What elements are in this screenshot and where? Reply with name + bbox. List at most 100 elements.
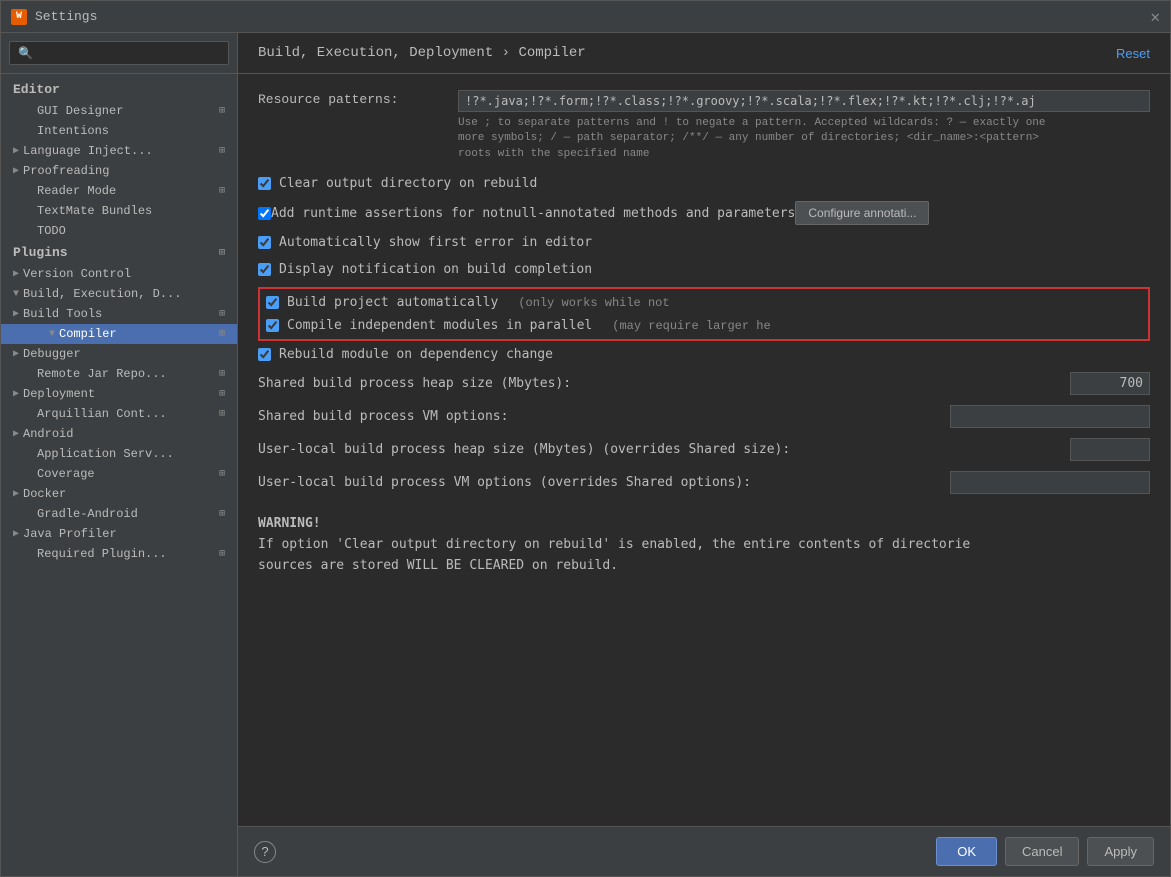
- textmate-label: TextMate Bundles: [37, 204, 152, 218]
- apply-button[interactable]: Apply: [1087, 837, 1154, 866]
- chevron-compiler: ▼: [49, 329, 55, 340]
- sidebar-item-coverage[interactable]: Coverage ⊞: [1, 464, 237, 484]
- sidebar-item-gui-designer[interactable]: GUI Designer ⊞: [1, 101, 237, 121]
- gui-designer-label: GUI Designer: [37, 104, 123, 118]
- warning-text: If option 'Clear output directory on reb…: [258, 535, 1150, 577]
- sidebar-item-build-exec[interactable]: ▼ Build, Execution, D...: [1, 284, 237, 304]
- android-label: Android: [23, 427, 73, 441]
- shared-vm-input[interactable]: [950, 405, 1150, 428]
- plugins-label: Plugins: [13, 245, 68, 260]
- debugger-label: Debugger: [23, 347, 81, 361]
- clear-output-row: Clear output directory on rebuild: [258, 174, 1150, 193]
- rebuild-dependency-row: Rebuild module on dependency change: [258, 345, 1150, 364]
- help-button[interactable]: ?: [254, 841, 276, 863]
- sidebar-item-compiler[interactable]: ▼ Compiler ⊞: [1, 324, 237, 344]
- reader-mode-label: Reader Mode: [37, 184, 116, 198]
- rp-settings-icon: ⊞: [219, 548, 225, 560]
- rebuild-dependency-checkbox[interactable]: [258, 348, 271, 361]
- compiler-label: Compiler: [59, 327, 117, 341]
- build-exec-label: Build, Execution, D...: [23, 287, 181, 301]
- add-runtime-row: Add runtime assertions for notnull-annot…: [258, 201, 1150, 225]
- sidebar-item-remote-jar[interactable]: Remote Jar Repo... ⊞: [1, 364, 237, 384]
- window-title: Settings: [35, 9, 97, 24]
- settings-icon3: ⊞: [219, 185, 225, 197]
- build-auto-row: Build project automatically (only works …: [266, 293, 1142, 312]
- configure-annotations-button[interactable]: Configure annotati...: [795, 201, 929, 225]
- chevron-vc: ▶: [13, 268, 19, 280]
- sidebar-item-arquillian[interactable]: Arquillian Cont... ⊞: [1, 404, 237, 424]
- settings-window: W Settings ✕ Editor GUI Designer ⊞ Inten…: [0, 0, 1171, 877]
- titlebar: W Settings ✕: [1, 1, 1170, 33]
- sidebar-item-deployment[interactable]: ▶ Deployment ⊞: [1, 384, 237, 404]
- add-runtime-checkbox[interactable]: [258, 207, 271, 220]
- resource-patterns-value: Use ; to separate patterns and ! to nega…: [458, 90, 1150, 162]
- shared-heap-input[interactable]: [1070, 372, 1150, 395]
- resource-patterns-hint: Use ; to separate patterns and ! to nega…: [458, 116, 1150, 162]
- build-auto-checkbox[interactable]: [266, 296, 279, 309]
- settings-icon2: ⊞: [219, 145, 225, 157]
- cov-settings-icon: ⊞: [219, 468, 225, 480]
- footer-right: OK Cancel Apply: [936, 837, 1154, 866]
- chevron-android: ▶: [13, 428, 19, 440]
- shared-heap-label: Shared build process heap size (Mbytes):: [258, 376, 1070, 391]
- main-content-area: Editor GUI Designer ⊞ Intentions ▶ Langu…: [1, 33, 1170, 876]
- vc-label: Version Control: [23, 267, 131, 281]
- plugins-settings-icon: ⊞: [219, 247, 225, 259]
- settings-content: Resource patterns: Use ; to separate pat…: [238, 74, 1170, 826]
- todo-label: TODO: [37, 224, 66, 238]
- sidebar-item-docker[interactable]: ▶ Docker: [1, 484, 237, 504]
- auto-show-error-checkbox[interactable]: [258, 236, 271, 249]
- clear-output-checkbox[interactable]: [258, 177, 271, 190]
- gradle-android-label: Gradle-Android: [37, 507, 138, 521]
- sidebar-item-app-server[interactable]: Application Serv...: [1, 444, 237, 464]
- sidebar-item-textmate[interactable]: TextMate Bundles: [1, 201, 237, 221]
- ok-button[interactable]: OK: [936, 837, 997, 866]
- shared-vm-row: Shared build process VM options:: [258, 405, 1150, 428]
- sidebar-item-todo[interactable]: TODO: [1, 221, 237, 241]
- sidebar-item-intentions[interactable]: Intentions: [1, 121, 237, 141]
- sidebar-item-android[interactable]: ▶ Android: [1, 424, 237, 444]
- build-auto-note: (only works while not: [518, 296, 669, 310]
- user-vm-input[interactable]: [950, 471, 1150, 494]
- user-heap-input[interactable]: [1070, 438, 1150, 461]
- sidebar-item-language-inject[interactable]: ▶ Language Inject... ⊞: [1, 141, 237, 161]
- chevron-docker: ▶: [13, 488, 19, 500]
- remote-jar-label: Remote Jar Repo...: [37, 367, 167, 381]
- build-auto-label: Build project automatically: [287, 295, 498, 310]
- java-profiler-label: Java Profiler: [23, 527, 117, 541]
- auto-show-error-row: Automatically show first error in editor: [258, 233, 1150, 252]
- sidebar-item-proofreading[interactable]: ▶ Proofreading: [1, 161, 237, 181]
- sidebar-nav: Editor GUI Designer ⊞ Intentions ▶ Langu…: [1, 74, 237, 876]
- chevron-debugger: ▶: [13, 348, 19, 360]
- user-heap-label: User-local build process heap size (Mbyt…: [258, 442, 1070, 457]
- required-plugin-label: Required Plugin...: [37, 547, 167, 561]
- user-heap-row: User-local build process heap size (Mbyt…: [258, 438, 1150, 461]
- plugins-section[interactable]: Plugins ⊞: [1, 241, 237, 264]
- rebuild-dependency-label: Rebuild module on dependency change: [279, 347, 553, 362]
- close-button[interactable]: ✕: [1150, 7, 1160, 27]
- reset-button[interactable]: Reset: [1116, 46, 1150, 61]
- cancel-button[interactable]: Cancel: [1005, 837, 1079, 866]
- display-notification-label: Display notification on build completion: [279, 262, 592, 277]
- compile-parallel-checkbox[interactable]: [266, 319, 279, 332]
- sidebar-item-build-tools[interactable]: ▶ Build Tools ⊞: [1, 304, 237, 324]
- clear-output-label: Clear output directory on rebuild: [279, 176, 537, 191]
- resource-patterns-row: Resource patterns: Use ; to separate pat…: [258, 90, 1150, 162]
- display-notification-checkbox[interactable]: [258, 263, 271, 276]
- sidebar-item-debugger[interactable]: ▶ Debugger: [1, 344, 237, 364]
- sidebar-item-required-plugin[interactable]: Required Plugin... ⊞: [1, 544, 237, 564]
- resource-patterns-input[interactable]: [458, 90, 1150, 112]
- sidebar-item-gradle-android[interactable]: Gradle-Android ⊞: [1, 504, 237, 524]
- coverage-label: Coverage: [37, 467, 95, 481]
- arq-settings-icon: ⊞: [219, 408, 225, 420]
- docker-label: Docker: [23, 487, 66, 501]
- editor-section[interactable]: Editor: [1, 78, 237, 101]
- search-box: [1, 33, 237, 74]
- sidebar-item-version-control[interactable]: ▶ Version Control: [1, 264, 237, 284]
- sidebar-item-reader-mode[interactable]: Reader Mode ⊞: [1, 181, 237, 201]
- compile-parallel-row: Compile independent modules in parallel …: [266, 316, 1142, 335]
- bt-settings-icon: ⊞: [219, 308, 225, 320]
- warning-title: WARNING!: [258, 514, 1150, 535]
- sidebar-item-java-profiler[interactable]: ▶ Java Profiler: [1, 524, 237, 544]
- search-input[interactable]: [9, 41, 229, 65]
